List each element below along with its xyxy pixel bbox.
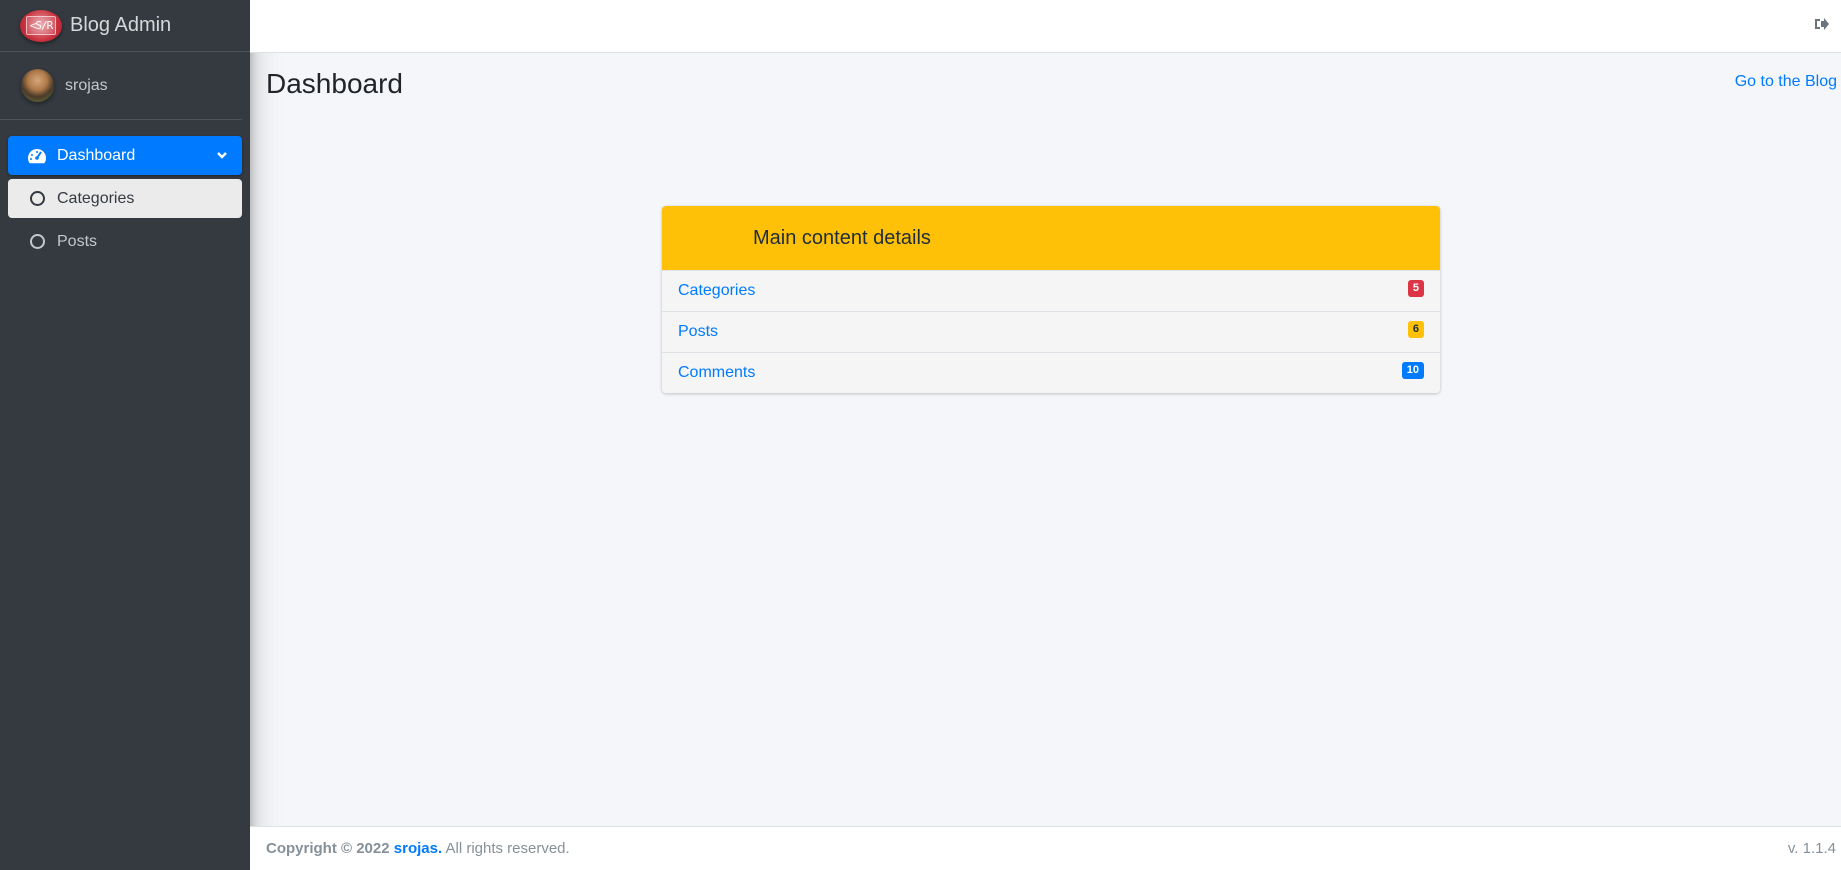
sidebar: <S/R Blog Admin srojas Dashboard Categor… — [0, 0, 250, 870]
page-title: Dashboard — [266, 68, 403, 99]
sidebar-item-label: Dashboard — [57, 146, 136, 164]
owner-link[interactable]: srojas. — [394, 840, 442, 857]
sidebar-item-categories[interactable]: Categories — [8, 179, 242, 218]
tachometer-icon — [27, 147, 47, 165]
content-details-card: Main content details Categories 5 Posts … — [662, 206, 1440, 393]
sidebar-item-posts[interactable]: Posts — [8, 222, 242, 261]
list-item: Comments 10 — [662, 352, 1440, 393]
user-panel[interactable]: srojas — [0, 52, 242, 120]
brand-logo: <S/R — [20, 9, 62, 42]
count-badge: 6 — [1407, 320, 1424, 338]
version-text: v. 1.1.4 — [1787, 840, 1836, 857]
goto-blog-link[interactable]: Go to the Blog — [1735, 73, 1837, 91]
sidebar-item-dashboard[interactable]: Dashboard — [8, 136, 242, 175]
content-header: Dashboard — [266, 68, 403, 100]
list-item: Posts 6 — [662, 311, 1440, 352]
user-name: srojas — [65, 76, 108, 94]
posts-link[interactable]: Posts — [678, 323, 718, 341]
chevron-down-icon — [216, 148, 228, 166]
count-badge: 5 — [1407, 279, 1424, 297]
brand-logo-text: <S/R — [25, 16, 57, 35]
categories-link[interactable]: Categories — [678, 282, 755, 300]
circle-icon — [27, 234, 47, 249]
copyright-text: Copyright © 2022 — [266, 840, 390, 857]
circle-icon — [27, 191, 47, 206]
rights-text: All rights reserved. — [445, 840, 570, 857]
footer-copyright: Copyright © 2022 srojas. All rights rese… — [266, 840, 570, 857]
footer: Copyright © 2022 srojas. All rights rese… — [250, 826, 1841, 870]
list-item: Categories 5 — [662, 270, 1440, 311]
brand[interactable]: <S/R Blog Admin — [0, 0, 250, 52]
topbar — [250, 0, 1841, 53]
card-header: Main content details — [662, 206, 1440, 270]
sidebar-nav: Dashboard Categories Posts — [0, 120, 250, 261]
avatar — [21, 69, 54, 102]
comments-link[interactable]: Comments — [678, 364, 755, 382]
count-badge: 10 — [1401, 361, 1424, 379]
brand-title: Blog Admin — [70, 14, 172, 36]
sidebar-item-label: Posts — [57, 232, 98, 250]
card-title: Main content details — [753, 226, 931, 249]
sidebar-item-label: Categories — [57, 189, 135, 207]
logout-icon[interactable] — [1813, 16, 1829, 37]
